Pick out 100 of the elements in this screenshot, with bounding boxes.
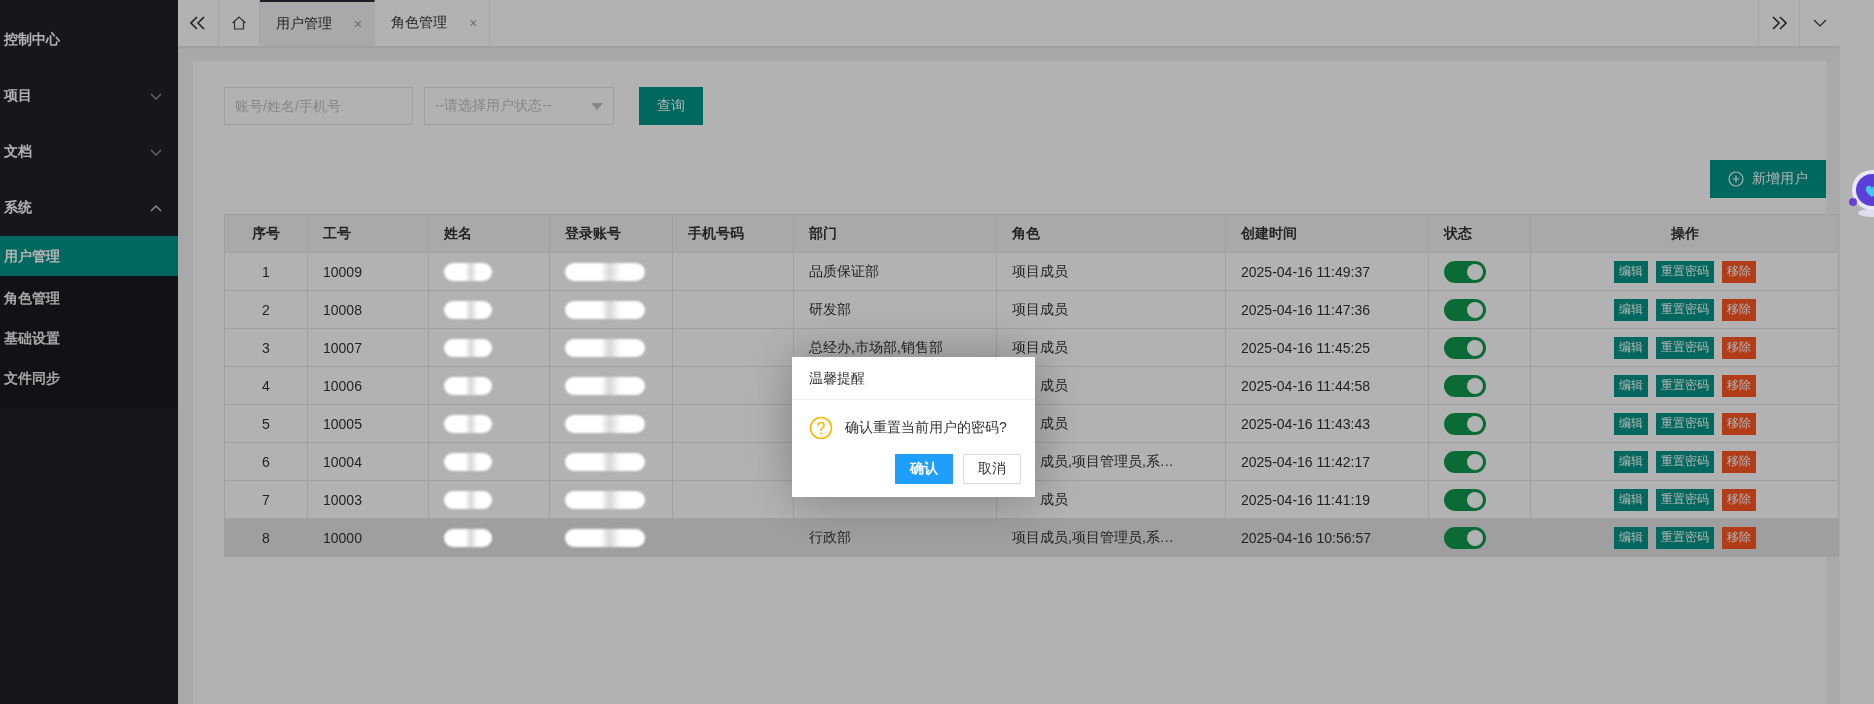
action-button[interactable]: 重置密码 — [1655, 412, 1714, 435]
table-cell: 2025-04-16 11:47:36 — [1241, 301, 1370, 318]
table-cell: 2025-04-16 11:45:25 — [1241, 339, 1370, 356]
action-button[interactable]: 移除 — [1721, 336, 1756, 359]
table-cell: 项目成员 — [1012, 300, 1068, 317]
table-cell: 10003 — [323, 491, 362, 508]
table-cell: 2025-04-16 11:41:19 — [1241, 491, 1370, 508]
table-cell: 10005 — [323, 415, 362, 432]
table-cell: 10004 — [323, 453, 362, 470]
table-cell: 成员,项目管理员,系… — [1040, 452, 1174, 469]
action-button[interactable]: 移除 — [1721, 450, 1756, 473]
chevron-down-icon — [150, 92, 162, 100]
table-cell: 2025-04-16 11:49:37 — [1241, 263, 1370, 280]
action-button[interactable]: 移除 — [1721, 374, 1756, 397]
action-button[interactable]: 重置密码 — [1655, 450, 1714, 473]
action-button[interactable]: 重置密码 — [1655, 488, 1714, 511]
action-button[interactable]: 编辑 — [1613, 412, 1648, 435]
status-toggle[interactable] — [1444, 374, 1486, 397]
column-header: 序号 — [224, 214, 308, 253]
submenu-item[interactable]: 文件同步 — [0, 358, 178, 398]
table-cell: 研发部 — [809, 300, 851, 317]
table-cell: 成员 — [1040, 490, 1068, 507]
action-button[interactable]: 编辑 — [1613, 298, 1648, 321]
table-cell: 2025-04-16 11:43:43 — [1241, 415, 1370, 432]
action-button[interactable]: 重置密码 — [1655, 336, 1714, 359]
column-header: 工号 — [307, 214, 429, 253]
sidebar-item[interactable]: 项目 — [0, 68, 178, 124]
status-toggle[interactable] — [1444, 260, 1486, 283]
table-cell: 项目成员 — [1012, 338, 1068, 355]
action-button[interactable]: 重置密码 — [1655, 298, 1714, 321]
action-button[interactable]: 移除 — [1721, 412, 1756, 435]
status-toggle[interactable] — [1444, 526, 1486, 549]
status-toggle[interactable] — [1444, 488, 1486, 511]
sidebar-item[interactable]: 控制中心 — [0, 12, 178, 68]
column-header: 角色 — [996, 214, 1226, 253]
table-cell: 2025-04-16 10:56:57 — [1241, 529, 1371, 546]
status-toggle[interactable] — [1444, 450, 1486, 473]
tab[interactable]: 用户管理 × — [260, 0, 376, 46]
table-cell: 行政部 — [809, 528, 851, 545]
action-button[interactable]: 重置密码 — [1655, 374, 1714, 397]
action-button[interactable]: 编辑 — [1613, 526, 1648, 549]
submenu-item[interactable]: 基础设置 — [0, 318, 178, 358]
column-header: 状态 — [1428, 214, 1531, 253]
column-header: 手机号码 — [672, 214, 794, 253]
action-button[interactable]: 移除 — [1721, 260, 1756, 283]
table-cell: 10006 — [323, 377, 362, 394]
action-button[interactable]: 编辑 — [1613, 488, 1648, 511]
dropdown-triangle-icon — [591, 102, 603, 110]
plus-circle-icon — [1728, 171, 1744, 187]
table-cell: 6 — [262, 453, 270, 470]
column-header: 姓名 — [428, 214, 550, 253]
table-cell: 成员 — [1040, 414, 1068, 431]
table-cell: 5 — [262, 415, 270, 432]
action-button[interactable]: 编辑 — [1613, 374, 1648, 397]
submenu-item[interactable]: 用户管理 — [0, 236, 178, 276]
confirm-button[interactable]: 确认 — [895, 454, 953, 484]
table-cell: 10008 — [323, 301, 362, 318]
status-toggle[interactable] — [1444, 336, 1486, 359]
table-cell: 10007 — [323, 339, 362, 356]
action-button[interactable]: 移除 — [1721, 488, 1756, 511]
action-button[interactable]: 编辑 — [1613, 450, 1648, 473]
action-button[interactable]: 编辑 — [1613, 260, 1648, 283]
table-cell: 2025-04-16 11:44:58 — [1241, 377, 1370, 394]
submenu-item[interactable]: 角色管理 — [0, 278, 178, 318]
table-cell: 8 — [262, 529, 270, 546]
query-button[interactable]: 查询 — [639, 87, 703, 125]
dialog-message: 确认重置当前用户的密码? — [845, 419, 1007, 437]
column-header: 操作 — [1530, 214, 1839, 253]
sidebar-item[interactable]: 系统 — [0, 180, 178, 236]
table-cell: 成员 — [1040, 376, 1068, 393]
action-button[interactable]: 移除 — [1721, 526, 1756, 549]
table-cell: 10000 — [323, 529, 362, 546]
table-cell: 4 — [262, 377, 270, 394]
table-cell: 项目成员,项目管理员,系… — [1012, 528, 1174, 545]
table-cell: 1 — [262, 263, 270, 280]
table-cell: 项目成员 — [1012, 262, 1068, 279]
close-icon[interactable]: × — [469, 15, 478, 31]
add-user-button[interactable]: 新增用户 — [1710, 160, 1826, 198]
action-button[interactable]: 编辑 — [1613, 336, 1648, 359]
status-toggle[interactable] — [1444, 412, 1486, 435]
column-header: 登录账号 — [549, 214, 673, 253]
tab[interactable]: 角色管理 × — [375, 0, 491, 46]
table-cell: 10009 — [323, 263, 362, 280]
column-header: 创建时间 — [1225, 214, 1429, 253]
table-cell: 2 — [262, 301, 270, 318]
cancel-button[interactable]: 取消 — [963, 454, 1021, 484]
chevron-down-icon — [150, 148, 162, 156]
dialog-title: 温馨提醒 — [792, 357, 1035, 400]
chevron-up-icon — [150, 204, 162, 212]
action-button[interactable]: 重置密码 — [1655, 260, 1714, 283]
column-header: 部门 — [793, 214, 997, 253]
sidebar-item[interactable]: 文档 — [0, 124, 178, 180]
table-cell: 品质保证部 — [809, 262, 879, 279]
action-button[interactable]: 重置密码 — [1655, 526, 1714, 549]
table-cell: 2025-04-16 11:42:17 — [1241, 453, 1370, 470]
table-cell: 7 — [262, 491, 270, 508]
action-button[interactable]: 移除 — [1721, 298, 1756, 321]
close-icon[interactable]: × — [354, 16, 363, 32]
status-toggle[interactable] — [1444, 298, 1486, 321]
table-cell: 总经办,市场部,销售部 — [809, 338, 943, 355]
